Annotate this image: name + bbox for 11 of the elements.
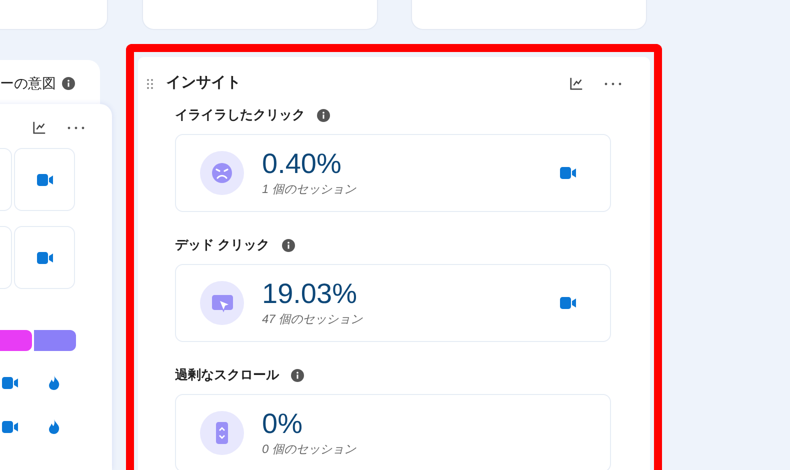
metric-label: デッド クリック: [175, 236, 270, 254]
metric-value: 19.03%: [262, 278, 358, 310]
session-count: 0 個のセッション: [262, 441, 356, 458]
metric-value: 0.40%: [262, 148, 342, 180]
session-count: 47 個のセッション: [262, 311, 363, 328]
session-count: 1 個のセッション: [262, 181, 356, 198]
metric-label: 過剰なスクロール: [175, 366, 279, 384]
metric-label: イライラしたクリック: [175, 106, 305, 124]
panel-title: ーの意図: [0, 74, 56, 93]
panel-title: インサイト: [166, 73, 241, 94]
metric-value: 0%: [262, 408, 304, 440]
